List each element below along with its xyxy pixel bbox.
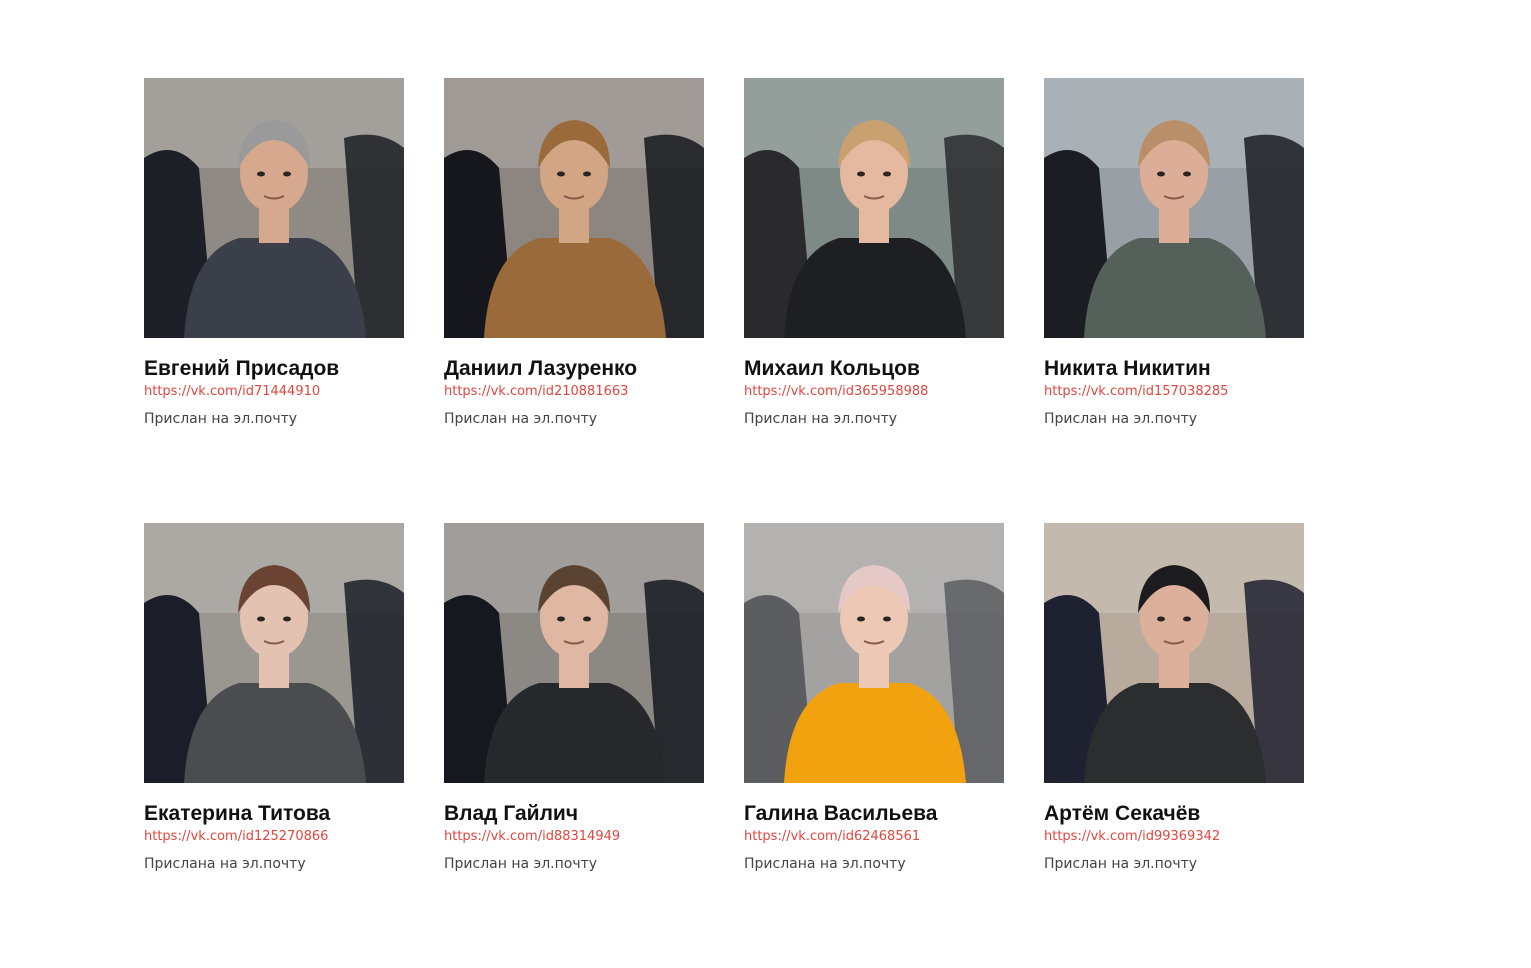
person-card: Даниил Лазуренко https://vk.com/id210881… xyxy=(444,78,704,523)
photo-image xyxy=(144,523,404,783)
photo-person-eye xyxy=(1183,171,1191,177)
person-card: Евгений Присадов https://vk.com/id714449… xyxy=(144,78,404,523)
person-note: Прислан на эл.почту xyxy=(1044,856,1198,872)
photo-person-eye xyxy=(283,616,291,622)
person-note: Прислан на эл.почту xyxy=(444,411,598,427)
person-photo[interactable] xyxy=(144,523,404,783)
photo-person-eye xyxy=(857,171,865,177)
photo-image xyxy=(1044,523,1304,783)
person-card: Артём Секачёв https://vk.com/id99369342 … xyxy=(1044,523,1304,968)
photo-image xyxy=(444,523,704,783)
photo-person-eye xyxy=(1183,616,1191,622)
person-name: Екатерина Титова xyxy=(144,802,331,825)
photo-person-eye xyxy=(1157,616,1165,622)
person-photo[interactable] xyxy=(744,523,1004,783)
person-profile-link[interactable]: https://vk.com/id88314949 xyxy=(444,828,704,846)
photo-person-eye xyxy=(557,171,565,177)
person-note: Прислан на эл.почту xyxy=(144,411,298,427)
person-photo[interactable] xyxy=(144,78,404,338)
person-note: Прислан на эл.почту xyxy=(1044,411,1198,427)
person-card: Галина Васильева https://vk.com/id624685… xyxy=(744,523,1004,968)
people-grid: Евгений Присадов https://vk.com/id714449… xyxy=(144,78,1304,968)
photo-person-eye xyxy=(857,616,865,622)
person-name: Галина Васильева xyxy=(744,802,938,825)
person-photo[interactable] xyxy=(1044,78,1304,338)
person-photo[interactable] xyxy=(744,78,1004,338)
photo-image xyxy=(1044,78,1304,338)
photo-image xyxy=(744,78,1004,338)
person-profile-link[interactable]: https://vk.com/id71444910 xyxy=(144,383,404,401)
person-name: Даниил Лазуренко xyxy=(444,357,638,380)
photo-person-eye xyxy=(1157,171,1165,177)
person-name: Влад Гайлич xyxy=(444,802,579,825)
photo-person-eye xyxy=(883,171,891,177)
person-note: Прислан на эл.почту xyxy=(744,411,898,427)
person-name: Артём Секачёв xyxy=(1044,802,1201,825)
photo-person-eye xyxy=(283,171,291,177)
photo-person-eye xyxy=(257,616,265,622)
photo-person-eye xyxy=(583,616,591,622)
photo-person-eye xyxy=(583,171,591,177)
person-profile-link[interactable]: https://vk.com/id210881663 xyxy=(444,383,704,401)
photo-person-eye xyxy=(257,171,265,177)
photo-person-eye xyxy=(557,616,565,622)
person-profile-link[interactable]: https://vk.com/id125270866 xyxy=(144,828,404,846)
person-note: Прислана на эл.почту xyxy=(144,856,306,872)
photo-image xyxy=(744,523,1004,783)
person-profile-link[interactable]: https://vk.com/id157038285 xyxy=(1044,383,1304,401)
photo-person-eye xyxy=(883,616,891,622)
person-note: Прислан на эл.почту xyxy=(444,856,598,872)
person-card: Михаил Кольцов https://vk.com/id36595898… xyxy=(744,78,1004,523)
person-note: Прислана на эл.почту xyxy=(744,856,906,872)
person-profile-link[interactable]: https://vk.com/id365958988 xyxy=(744,383,1004,401)
person-name: Евгений Присадов xyxy=(144,357,340,380)
person-photo[interactable] xyxy=(444,78,704,338)
person-photo[interactable] xyxy=(1044,523,1304,783)
person-card: Екатерина Титова https://vk.com/id125270… xyxy=(144,523,404,968)
person-name: Никита Никитин xyxy=(1044,357,1211,380)
photo-image xyxy=(144,78,404,338)
photo-image xyxy=(444,78,704,338)
person-name: Михаил Кольцов xyxy=(744,357,920,380)
person-photo[interactable] xyxy=(444,523,704,783)
person-card: Влад Гайлич https://vk.com/id88314949 Пр… xyxy=(444,523,704,968)
person-card: Никита Никитин https://vk.com/id15703828… xyxy=(1044,78,1304,523)
person-profile-link[interactable]: https://vk.com/id62468561 xyxy=(744,828,1004,846)
person-profile-link[interactable]: https://vk.com/id99369342 xyxy=(1044,828,1304,846)
